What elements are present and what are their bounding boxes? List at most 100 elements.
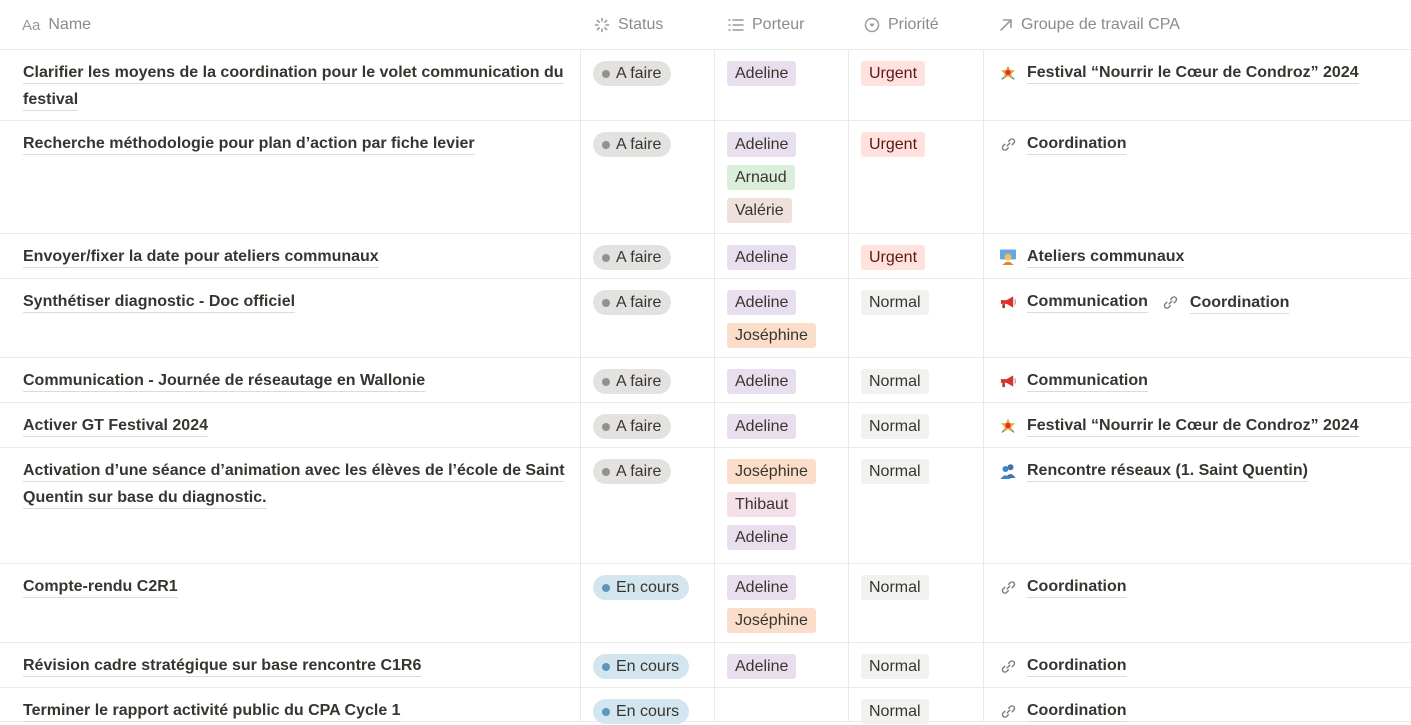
name-cell[interactable]: Terminer le rapport activité public du C… xyxy=(0,688,580,721)
status-badge[interactable]: A faire xyxy=(593,132,672,157)
priorite-tag[interactable]: Urgent xyxy=(861,132,926,157)
table-row[interactable]: Révision cadre stratégique sur base renc… xyxy=(0,643,1411,688)
priorite-cell[interactable]: Urgent xyxy=(848,234,983,278)
porteur-tag[interactable]: Arnaud xyxy=(727,165,795,190)
porteur-cell[interactable] xyxy=(714,688,848,721)
porteur-tag[interactable]: Adeline xyxy=(727,575,797,600)
priorite-cell[interactable]: Normal xyxy=(848,564,983,642)
groupe-cell[interactable]: Coordination xyxy=(983,121,1411,233)
column-header-status[interactable]: Status xyxy=(594,0,663,50)
name-cell[interactable]: Activation d’une séance d’animation avec… xyxy=(0,448,580,563)
task-name[interactable]: Activation d’une séance d’animation avec… xyxy=(23,462,565,506)
groupe-cell[interactable]: Festival “Nourrir le Cœur de Condroz” 20… xyxy=(983,50,1411,120)
status-badge[interactable]: A faire xyxy=(593,459,672,484)
task-name[interactable]: Clarifier les moyens de la coordination … xyxy=(23,64,564,108)
groupe-link[interactable]: Coordination xyxy=(1162,289,1289,317)
task-name[interactable]: Recherche méthodologie pour plan d’actio… xyxy=(23,135,475,152)
porteur-tag[interactable]: Adeline xyxy=(727,290,797,315)
table-row[interactable]: Synthétiser diagnostic - Doc officiel A … xyxy=(0,279,1411,358)
status-cell[interactable]: A faire xyxy=(580,279,714,357)
priorite-cell[interactable]: Urgent xyxy=(848,50,983,120)
priorite-cell[interactable]: Normal xyxy=(848,448,983,563)
groupe-link[interactable]: Ateliers communaux xyxy=(999,243,1184,271)
task-name[interactable]: Terminer le rapport activité public du C… xyxy=(23,702,401,719)
name-cell[interactable]: Compte-rendu C2R1 xyxy=(0,564,580,642)
priorite-tag[interactable]: Normal xyxy=(861,654,929,679)
porteur-tag[interactable]: Adeline xyxy=(727,132,797,157)
status-badge[interactable]: A faire xyxy=(593,369,672,394)
priorite-cell[interactable]: Urgent xyxy=(848,121,983,233)
status-badge[interactable]: En cours xyxy=(593,575,690,600)
status-badge[interactable]: A faire xyxy=(593,414,672,439)
column-header-groupe[interactable]: Groupe de travail CPA xyxy=(999,0,1180,50)
groupe-link[interactable]: Coordination xyxy=(999,652,1127,680)
status-cell[interactable]: En cours xyxy=(580,564,714,642)
priorite-tag[interactable]: Normal xyxy=(861,290,929,315)
column-header-porteur[interactable]: Porteur xyxy=(728,0,804,50)
groupe-link[interactable]: Communication xyxy=(999,367,1148,395)
porteur-tag[interactable]: Adeline xyxy=(727,369,797,394)
groupe-cell[interactable]: Rencontre réseaux (1. Saint Quentin) xyxy=(983,448,1411,563)
name-cell[interactable]: Communication - Journée de réseautage en… xyxy=(0,358,580,402)
priorite-tag[interactable]: Urgent xyxy=(861,61,926,86)
porteur-tag[interactable]: Joséphine xyxy=(727,608,816,633)
status-badge[interactable]: A faire xyxy=(593,61,672,86)
task-name[interactable]: Envoyer/fixer la date pour ateliers comm… xyxy=(23,248,379,265)
porteur-cell[interactable]: Adeline Joséphine xyxy=(714,279,848,357)
porteur-tag[interactable]: Adeline xyxy=(727,61,797,86)
task-name[interactable]: Révision cadre stratégique sur base renc… xyxy=(23,657,421,674)
status-badge[interactable]: A faire xyxy=(593,245,672,270)
status-cell[interactable]: A faire xyxy=(580,358,714,402)
groupe-link[interactable]: Coordination xyxy=(999,697,1127,725)
status-cell[interactable]: A faire xyxy=(580,403,714,447)
name-cell[interactable]: Synthétiser diagnostic - Doc officiel xyxy=(0,279,580,357)
column-header-priorite[interactable]: Priorité xyxy=(864,0,939,50)
groupe-cell[interactable]: Festival “Nourrir le Cœur de Condroz” 20… xyxy=(983,403,1411,447)
table-row[interactable]: Communication - Journée de réseautage en… xyxy=(0,358,1411,403)
name-cell[interactable]: Révision cadre stratégique sur base renc… xyxy=(0,643,580,687)
priorite-tag[interactable]: Normal xyxy=(861,414,929,439)
status-cell[interactable]: A faire xyxy=(580,234,714,278)
table-row[interactable]: Clarifier les moyens de la coordination … xyxy=(0,50,1411,121)
groupe-cell[interactable]: Coordination xyxy=(983,688,1411,721)
status-badge[interactable]: A faire xyxy=(593,290,672,315)
porteur-tag[interactable]: Adeline xyxy=(727,654,797,679)
porteur-tag[interactable]: Thibaut xyxy=(727,492,797,517)
priorite-cell[interactable]: Normal xyxy=(848,358,983,402)
status-cell[interactable]: A faire xyxy=(580,448,714,563)
porteur-cell[interactable]: Adeline xyxy=(714,358,848,402)
porteur-tag[interactable]: Adeline xyxy=(727,245,797,270)
porteur-tag[interactable]: Adeline xyxy=(727,414,797,439)
groupe-cell[interactable]: Coordination xyxy=(983,643,1411,687)
task-name[interactable]: Synthétiser diagnostic - Doc officiel xyxy=(23,293,295,310)
groupe-cell[interactable]: Ateliers communaux xyxy=(983,234,1411,278)
groupe-link[interactable]: Festival “Nourrir le Cœur de Condroz” 20… xyxy=(999,59,1359,87)
groupe-link[interactable]: Coordination xyxy=(999,130,1127,158)
status-cell[interactable]: A faire xyxy=(580,50,714,120)
task-name[interactable]: Communication - Journée de réseautage en… xyxy=(23,372,425,389)
porteur-tag[interactable]: Joséphine xyxy=(727,323,816,348)
status-cell[interactable]: A faire xyxy=(580,121,714,233)
column-header-name[interactable]: Aa Name xyxy=(22,0,91,50)
groupe-link[interactable]: Festival “Nourrir le Cœur de Condroz” 20… xyxy=(999,412,1359,440)
priorite-cell[interactable]: Normal xyxy=(848,403,983,447)
porteur-tag[interactable]: Joséphine xyxy=(727,459,816,484)
priorite-tag[interactable]: Urgent xyxy=(861,245,926,270)
table-row[interactable]: Recherche méthodologie pour plan d’actio… xyxy=(0,121,1411,234)
priorite-tag[interactable]: Normal xyxy=(861,575,929,600)
status-cell[interactable]: En cours xyxy=(580,688,714,724)
priorite-cell[interactable]: Normal xyxy=(848,279,983,357)
groupe-link[interactable]: Rencontre réseaux (1. Saint Quentin) xyxy=(999,457,1308,485)
task-name[interactable]: Activer GT Festival 2024 xyxy=(23,417,208,434)
porteur-cell[interactable]: Adeline xyxy=(714,50,848,120)
name-cell[interactable]: Clarifier les moyens de la coordination … xyxy=(0,50,580,120)
porteur-cell[interactable]: Adeline Arnaud Valérie xyxy=(714,121,848,233)
groupe-cell[interactable]: Communication xyxy=(983,358,1411,402)
table-row[interactable]: Compte-rendu C2R1 En cours Adeline Joséph… xyxy=(0,564,1411,643)
priorite-cell[interactable]: Normal xyxy=(848,643,983,687)
porteur-cell[interactable]: Adeline xyxy=(714,643,848,687)
status-badge[interactable]: En cours xyxy=(593,699,690,724)
priorite-tag[interactable]: Normal xyxy=(861,699,929,724)
groupe-cell[interactable]: Communication Coordination xyxy=(983,279,1411,357)
priorite-tag[interactable]: Normal xyxy=(861,369,929,394)
